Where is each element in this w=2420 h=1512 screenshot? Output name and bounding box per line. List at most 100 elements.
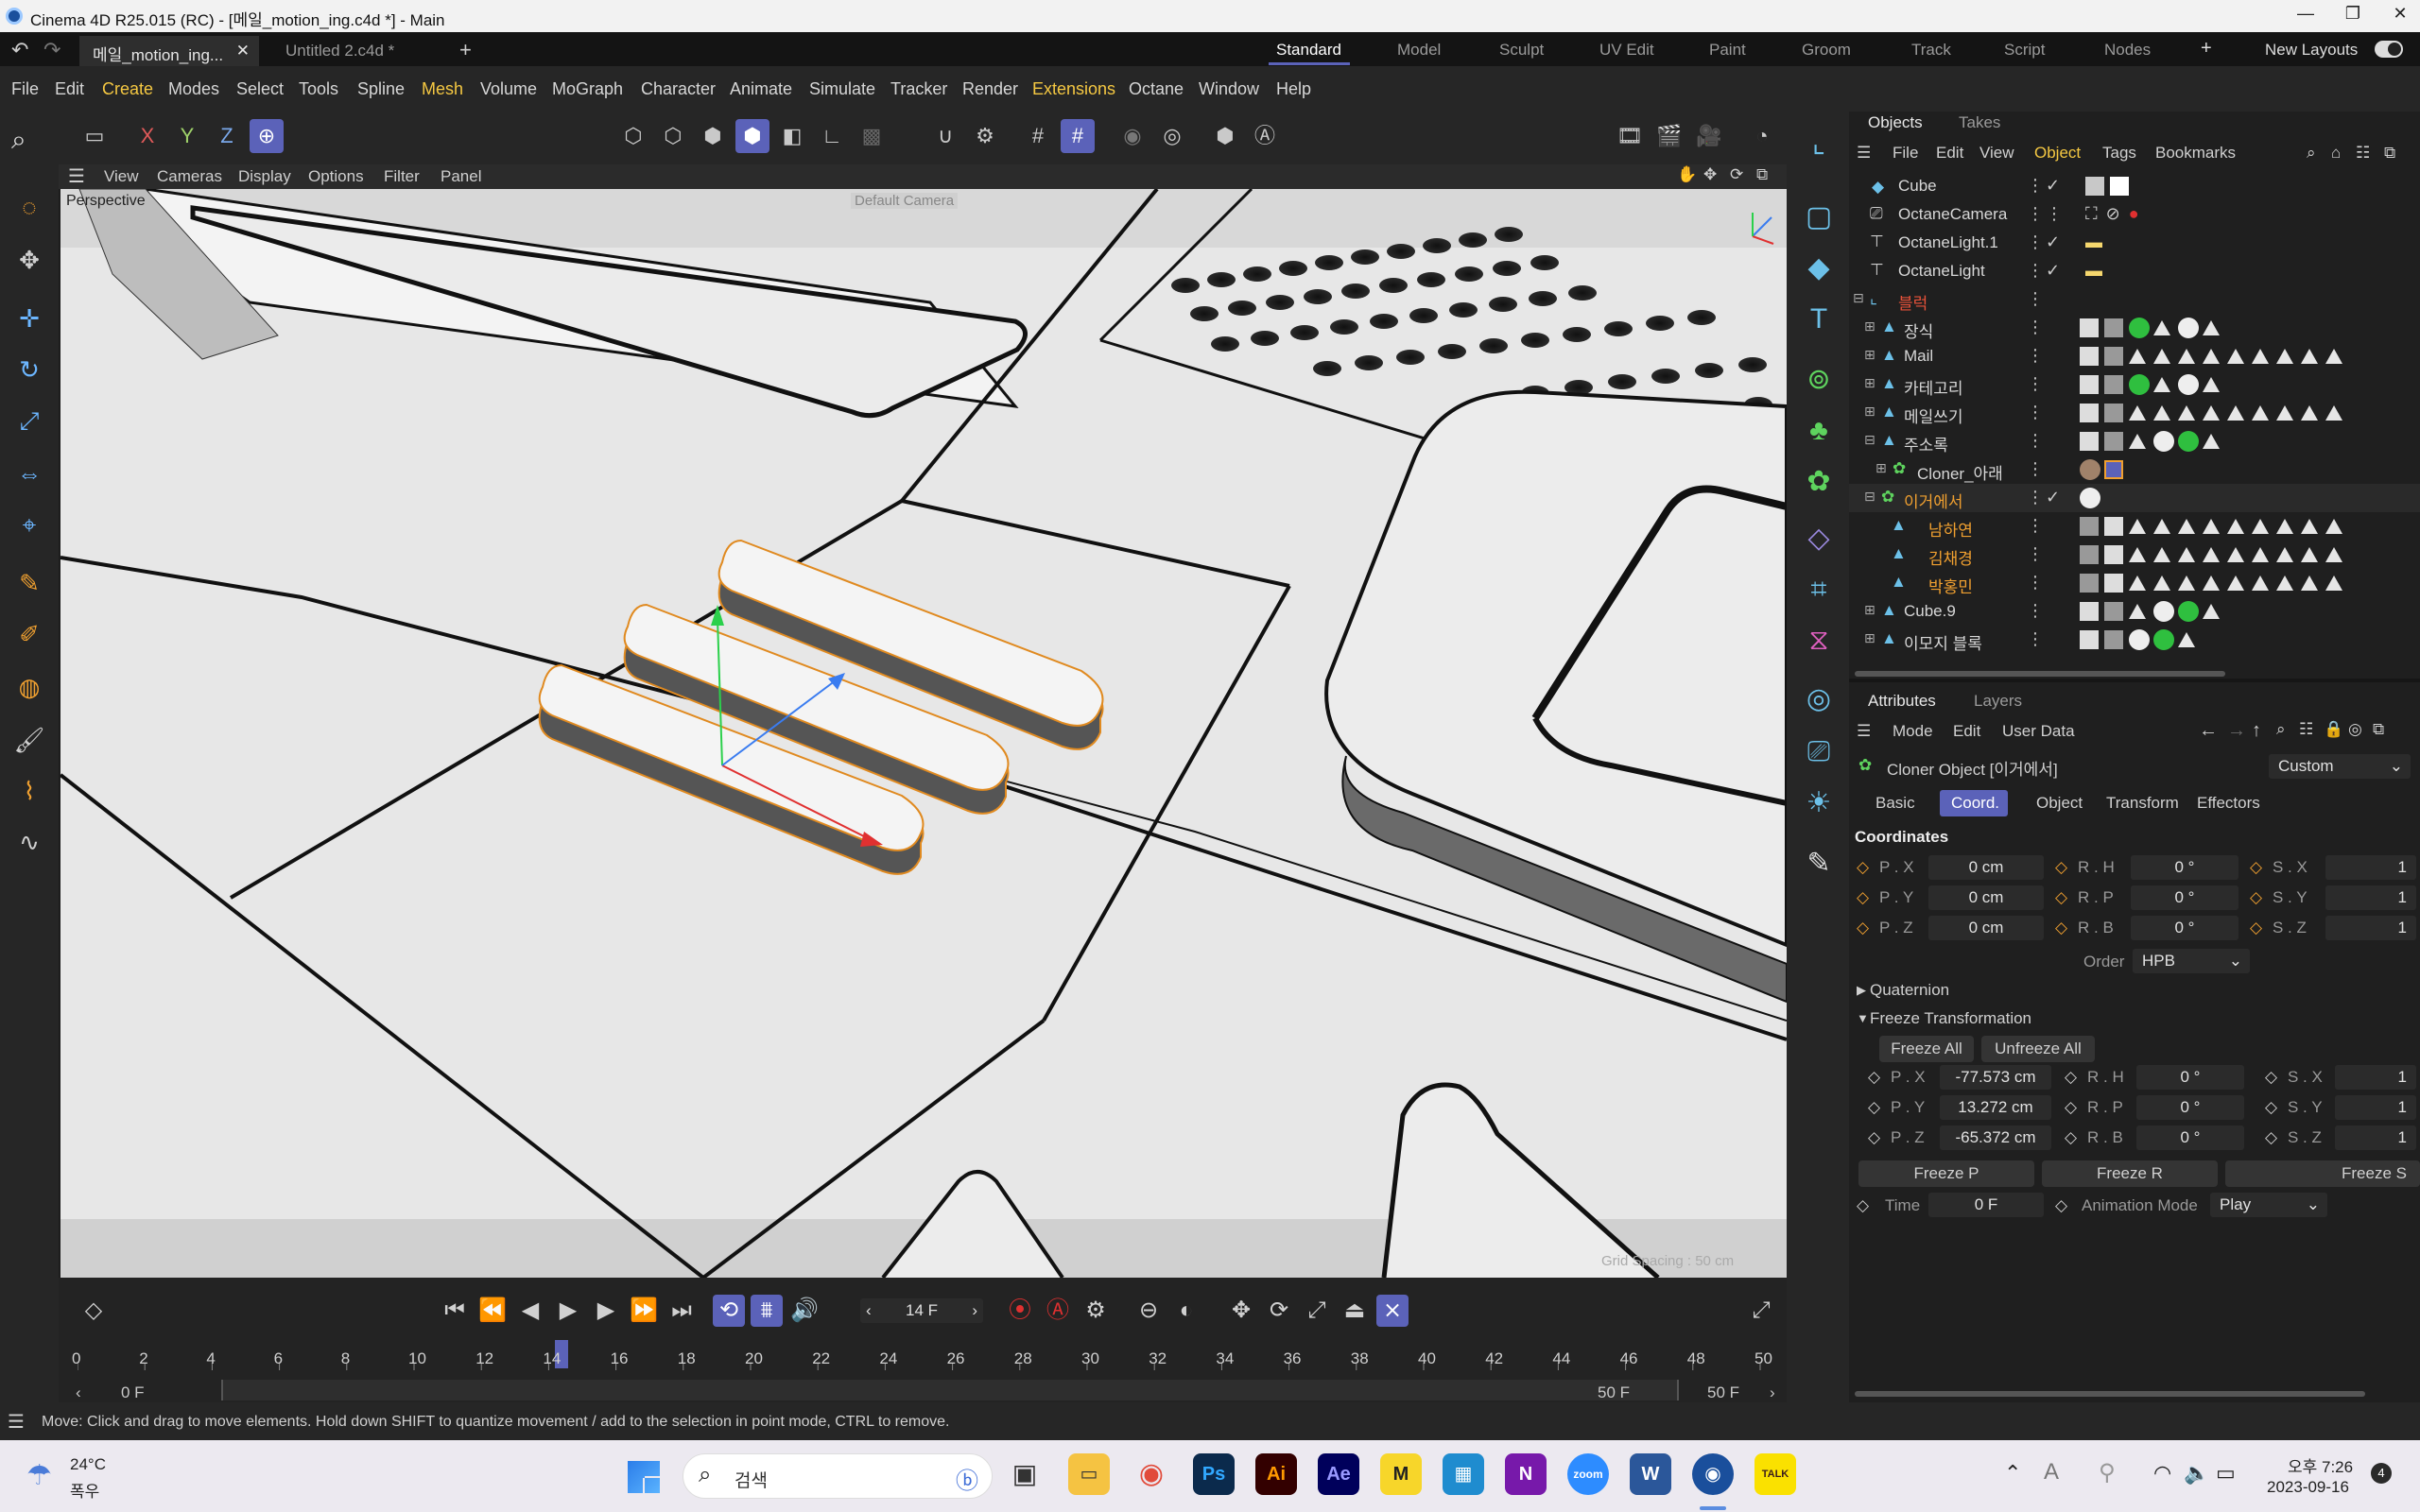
chevron-right-icon[interactable]: ›	[972, 1298, 977, 1323]
keyframe-mode-icon[interactable]: ◇	[78, 1295, 110, 1327]
menu-volume[interactable]: Volume	[480, 79, 537, 99]
attributes-new-window-icon[interactable]: ⧉	[2373, 720, 2384, 739]
solo-icon[interactable]: ◉	[1115, 119, 1150, 153]
grid-snap-icon[interactable]: #	[1021, 119, 1055, 153]
previous-frame-icon[interactable]: ◀	[514, 1295, 546, 1327]
keyframe-diamond-icon[interactable]: ◇	[2250, 919, 2262, 937]
expand-icon[interactable]: ⊞	[1864, 375, 1876, 391]
viewport-camera-label[interactable]: Default Camera	[851, 193, 959, 209]
move-tool-icon[interactable]: ✛	[9, 299, 49, 338]
keyframe-diamond-icon[interactable]: ◇	[1857, 1196, 1869, 1215]
playback-rate-icon[interactable]: ⩩	[751, 1295, 783, 1327]
snap-magnet-icon[interactable]: ∪	[928, 119, 962, 153]
effector-icon[interactable]: ⧖	[1798, 620, 1840, 662]
add-layout-icon[interactable]: +	[2201, 38, 2212, 60]
close-button[interactable]: ✕	[2386, 4, 2414, 28]
object-row-compose[interactable]: ⊞ ▲ 메일쓰기 ⋮	[1849, 399, 2420, 427]
coord-s-field[interactable]: 1	[2325, 916, 2416, 940]
key-pla-icon[interactable]: ⨯	[1376, 1295, 1409, 1327]
time-field[interactable]: 0 F	[1928, 1193, 2044, 1217]
objects-filter-icon[interactable]: ☷	[2356, 144, 2370, 163]
preset-dropdown[interactable]: Custom ⌄	[2269, 754, 2411, 779]
clock-date[interactable]: 2023-09-16	[2267, 1478, 2349, 1497]
coord-s-field[interactable]: 1	[2325, 855, 2416, 880]
objects-menu-bookmarks[interactable]: Bookmarks	[2155, 144, 2236, 163]
tab-close-icon[interactable]: ✕	[236, 42, 250, 60]
menu-spline[interactable]: Spline	[357, 79, 405, 99]
viewport-maximize-icon[interactable]: ⧉	[1756, 165, 1768, 184]
volume-icon[interactable]: 🔈	[2184, 1461, 2209, 1486]
objects-home-icon[interactable]: ⌂	[2331, 144, 2341, 163]
menu-mograph[interactable]: MoGraph	[552, 79, 623, 99]
deformer-icon[interactable]: ✿	[1798, 461, 1840, 503]
quaternion-expand-icon[interactable]: ▶	[1857, 983, 1866, 998]
menu-modes[interactable]: Modes	[168, 79, 219, 99]
keyframe-diamond-icon[interactable]: ◇	[2055, 858, 2067, 877]
task-view-icon[interactable]: ▣	[1004, 1453, 1046, 1495]
object-row-block[interactable]: ⊟ ⌞ 블럭 ⋮	[1849, 285, 2420, 314]
attributes-scrollbar[interactable]	[1855, 1391, 2365, 1397]
layout-track[interactable]: Track	[1911, 41, 1951, 60]
coord-r-field[interactable]: 0 °	[2131, 855, 2238, 880]
objects-menu-view[interactable]: View	[1979, 144, 2014, 163]
word-app[interactable]: W	[1630, 1453, 1671, 1495]
generator-icon[interactable]: ⊚	[1798, 359, 1840, 401]
keyframe-diamond-icon[interactable]: ◇	[1868, 1098, 1880, 1117]
viewport-dolly-icon[interactable]: ✥	[1703, 165, 1717, 184]
object-row-jangsik[interactable]: ⊞ ▲ 장식 ⋮	[1849, 314, 2420, 342]
expand-icon[interactable]: ⊞	[1876, 460, 1887, 476]
order-dropdown[interactable]: HPB ⌄	[2133, 949, 2250, 973]
polygons-mode-icon[interactable]: ⬢	[696, 119, 730, 153]
frozen-s-field[interactable]: 1	[2335, 1125, 2416, 1150]
edges-mode-icon[interactable]: ⬡	[656, 119, 690, 153]
weather-icon[interactable]: ☂	[26, 1459, 52, 1492]
octane-hex-icon[interactable]: ⬢	[1208, 119, 1242, 153]
freeze-s-button[interactable]: Freeze S	[2225, 1160, 2420, 1187]
illustrator-app[interactable]: Ai	[1255, 1453, 1297, 1495]
viewport-menu-cameras[interactable]: Cameras	[157, 167, 222, 186]
frozen-r-field[interactable]: 0 °	[2136, 1125, 2244, 1150]
knife-tool-icon[interactable]: ⌇	[9, 771, 49, 811]
maximize-button[interactable]: ❐	[2339, 4, 2367, 28]
placement-tool-icon[interactable]: ⌖	[9, 505, 49, 544]
forward-arrow-icon[interactable]: →	[2227, 720, 2246, 742]
expand-icon[interactable]: ⊟	[1864, 489, 1876, 505]
previous-key-icon[interactable]: ⏪	[476, 1295, 509, 1327]
viewport-menu-view[interactable]: View	[104, 167, 139, 186]
keyframe-diamond-icon[interactable]: ◇	[2065, 1098, 2077, 1117]
menu-window[interactable]: Window	[1199, 79, 1259, 99]
minimize-button[interactable]: —	[2291, 4, 2320, 28]
tray-chevron-icon[interactable]: ⌃	[2004, 1461, 2021, 1486]
keyframe-diamond-icon[interactable]: ◇	[2055, 888, 2067, 907]
texture-mode-icon[interactable]: ▩	[855, 119, 889, 153]
coord-p-field[interactable]: 0 cm	[1928, 855, 2044, 880]
objects-hamburger-icon[interactable]: ☰	[1857, 144, 1871, 163]
object-row-kim-chaekyung[interactable]: ▲ 김채경 ⋮	[1849, 541, 2420, 569]
objects-menu-object[interactable]: Object	[2034, 144, 2081, 163]
frozen-p-field[interactable]: -65.372 cm	[1940, 1125, 2051, 1150]
menu-create[interactable]: Create	[102, 79, 153, 99]
keyframe-diamond-icon[interactable]: ◇	[2065, 1128, 2077, 1147]
paint-bucket-icon[interactable]: ◍	[9, 667, 49, 707]
go-to-end-icon[interactable]: ⏭	[666, 1295, 698, 1327]
spline-pen-icon[interactable]: ✎	[9, 563, 49, 603]
coord-p-field[interactable]: 0 cm	[1928, 916, 2044, 940]
battery-icon[interactable]: ▭	[2216, 1461, 2236, 1486]
sound-icon[interactable]: 🔊	[788, 1295, 821, 1327]
keyframe-diamond-icon[interactable]: ◇	[2055, 1196, 2067, 1215]
chevron-left-icon[interactable]: ‹	[866, 1298, 872, 1323]
keyframe-diamond-icon[interactable]: ◇	[2265, 1068, 2277, 1087]
animation-mode-dropdown[interactable]: Play ⌄	[2210, 1193, 2327, 1217]
coord-r-field[interactable]: 0 °	[2131, 916, 2238, 940]
freeze-r-button[interactable]: Freeze R	[2042, 1160, 2218, 1187]
menu-tools[interactable]: Tools	[299, 79, 338, 99]
object-row-park-hongmin[interactable]: ▲ 박홍민 ⋮	[1849, 569, 2420, 597]
attributes-menu-user-data[interactable]: User Data	[2002, 722, 2075, 741]
menu-mesh[interactable]: Mesh	[422, 79, 463, 99]
freeze-collapse-icon[interactable]: ▼	[1857, 1011, 1869, 1025]
expand-icon[interactable]: ⊟	[1853, 290, 1864, 306]
layout-standard[interactable]: Standard	[1276, 41, 1341, 60]
record-icon[interactable]: ⦿	[1004, 1295, 1036, 1327]
key-position-icon[interactable]: ✥	[1225, 1295, 1257, 1327]
layouts-toggle[interactable]	[2375, 41, 2403, 58]
